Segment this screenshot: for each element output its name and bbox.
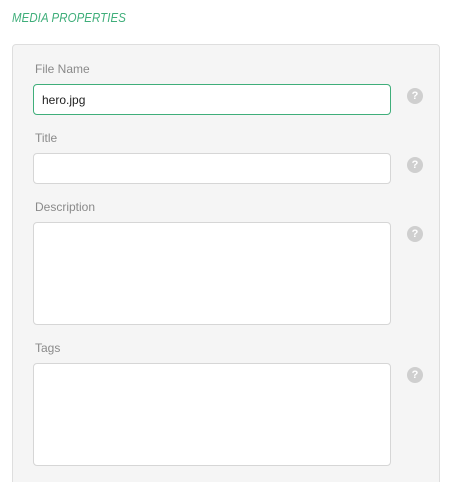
media-properties-panel: File Name ? Title ? Description ? Tags ? [12, 44, 440, 482]
description-label: Description [35, 200, 96, 214]
tags-textarea[interactable] [33, 363, 391, 466]
file-name-help-icon[interactable]: ? [407, 88, 423, 104]
tags-help-icon[interactable]: ? [407, 367, 423, 383]
file-name-input[interactable] [33, 84, 391, 115]
tags-label: Tags [35, 341, 61, 355]
section-title: MEDIA PROPERTIES [12, 10, 126, 25]
title-help-icon[interactable]: ? [407, 157, 423, 173]
description-textarea[interactable] [33, 222, 391, 325]
description-help-icon[interactable]: ? [407, 226, 423, 242]
title-input[interactable] [33, 153, 391, 184]
file-name-label: File Name [35, 62, 90, 76]
media-properties-page: MEDIA PROPERTIES File Name ? Title ? Des… [0, 0, 449, 482]
title-label: Title [35, 131, 58, 145]
